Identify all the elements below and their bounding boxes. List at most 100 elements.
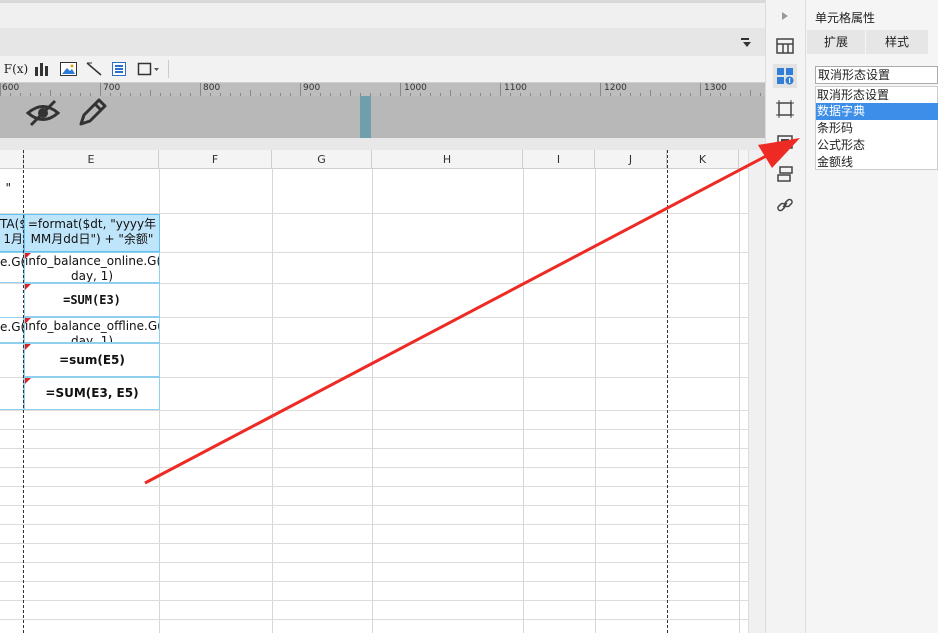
- tab-style[interactable]: 样式: [866, 30, 928, 54]
- slash-line-icon: [86, 62, 102, 76]
- grid-hline: [0, 619, 748, 620]
- slash-button[interactable]: [84, 60, 104, 78]
- collapse-arrow-icon[interactable]: [773, 4, 797, 28]
- cell-d3[interactable]: e.G(: [0, 252, 24, 283]
- ruler-label: 1200: [604, 83, 627, 93]
- cell-e4[interactable]: =SUM(E3): [24, 283, 160, 317]
- image-button[interactable]: [58, 60, 78, 78]
- ruler-label: 900: [303, 83, 321, 93]
- border-button[interactable]: [136, 60, 162, 78]
- option-amount-line[interactable]: 金额线: [816, 154, 938, 171]
- formula-marker: [25, 284, 31, 290]
- grid-hline: [0, 448, 748, 449]
- column-header-d[interactable]: [0, 150, 24, 169]
- border-icon: [137, 62, 159, 76]
- ruler-tick: [700, 83, 701, 96]
- pencil-icon[interactable]: [77, 96, 109, 131]
- vertical-scrollbar[interactable]: [748, 150, 765, 633]
- toolbar-separator: [168, 60, 169, 78]
- cell-d5[interactable]: e.G(: [0, 317, 24, 343]
- dropdown-menu-icon[interactable]: [741, 37, 753, 51]
- ruler-tick: [300, 83, 301, 96]
- separator-strip: [0, 138, 765, 150]
- page-break-line: [667, 150, 668, 633]
- grid-hline: [0, 581, 748, 582]
- cell-e7[interactable]: =SUM(E3, E5): [24, 377, 160, 410]
- cell-d1[interactable]: ": [0, 170, 23, 213]
- column-header-g[interactable]: G: [272, 150, 372, 169]
- cell-d6[interactable]: [0, 343, 24, 410]
- floating-element-area: [0, 96, 765, 138]
- horizontal-ruler: 600 700 800 900 1000 1100 1200 1300: [0, 83, 765, 96]
- formula-marker: [25, 344, 31, 350]
- cell-text: =format($dt, "yyyy年: [27, 217, 157, 231]
- grid-hline: [0, 600, 748, 601]
- cell-e5[interactable]: info_balance_offline.G( day, 1): [24, 317, 160, 343]
- float-marker[interactable]: [360, 96, 371, 138]
- cell-text: MM月dd日") + "余额": [30, 232, 154, 246]
- tab-expand[interactable]: 扩展: [807, 30, 865, 54]
- cell-d2[interactable]: TA($ 1月: [0, 214, 24, 252]
- ruler-label: 600: [2, 83, 20, 93]
- cell-text: =SUM(E3): [63, 293, 121, 307]
- grid-hline: [0, 543, 748, 544]
- formula-marker: [25, 318, 31, 324]
- grid-hline: [0, 505, 748, 506]
- form-type-select[interactable]: 取消形态设置: [815, 66, 938, 84]
- bar-chart-icon: [35, 63, 48, 76]
- column-header-h[interactable]: H: [372, 150, 523, 169]
- grid-hline: [0, 467, 748, 468]
- option-cancel-form[interactable]: 取消形态设置: [816, 87, 938, 104]
- grid-hline: [0, 486, 748, 487]
- hyperlink-icon[interactable]: [773, 193, 797, 217]
- column-header-j[interactable]: J: [595, 150, 667, 169]
- toolbar-row: [0, 28, 765, 56]
- cell-e2[interactable]: =format($dt, "yyyy年 MM月dd日") + "余额": [24, 214, 160, 252]
- cell-text: day, 1): [70, 334, 114, 343]
- cell-attribute-icon[interactable]: [773, 64, 797, 88]
- column-header-k[interactable]: K: [667, 150, 739, 169]
- option-formula-form[interactable]: 公式形态: [816, 137, 938, 154]
- ruler-tick: [600, 83, 601, 96]
- cell-e6[interactable]: =sum(E5): [24, 343, 160, 377]
- ruler-label: 800: [203, 83, 221, 93]
- property-icon-column: [765, 0, 805, 633]
- formula-marker: [25, 378, 31, 384]
- formula-button[interactable]: F(x): [3, 60, 29, 78]
- formula-icon: F(x): [3, 62, 29, 76]
- column-header-f[interactable]: F: [159, 150, 272, 169]
- formula-marker: [25, 253, 31, 259]
- ruler-label: 1300: [704, 83, 727, 93]
- cell-text: info_balance_online.G(: [25, 254, 160, 268]
- cell-text: day, 1): [70, 269, 114, 283]
- column-header-e[interactable]: E: [24, 150, 159, 169]
- eye-slash-icon[interactable]: [25, 98, 61, 131]
- grid-vline: [272, 169, 273, 633]
- ruler-tick: [0, 83, 1, 96]
- cell-text: e.G(: [0, 255, 24, 269]
- cell-text: TA($: [0, 217, 23, 231]
- ruler-label: 1000: [404, 83, 427, 93]
- ruler-label: 1100: [504, 83, 527, 93]
- option-data-dictionary[interactable]: 数据字典: [816, 103, 938, 120]
- grid-vline: [739, 169, 740, 633]
- cell-text: =sum(E5): [59, 353, 125, 367]
- grid-hline: [0, 429, 748, 430]
- option-barcode[interactable]: 条形码: [816, 120, 938, 137]
- grid-vline: [523, 169, 524, 633]
- cell-element-icon[interactable]: [773, 130, 797, 154]
- ruler-tick: [200, 83, 201, 96]
- grid-hline: [0, 562, 748, 563]
- ruler-tick: [100, 83, 101, 96]
- widget-icon[interactable]: [773, 162, 797, 186]
- page-break-line: [23, 150, 24, 633]
- panel-title: 单元格属性: [815, 11, 876, 25]
- ruler-label: 700: [103, 83, 121, 93]
- template-cell-icon[interactable]: [773, 34, 797, 58]
- sub-report-button[interactable]: [110, 60, 128, 78]
- cell-e3[interactable]: info_balance_online.G( day, 1): [24, 252, 160, 283]
- chart-button[interactable]: [33, 60, 51, 78]
- column-header-i[interactable]: I: [523, 150, 595, 169]
- ruler-tick: [400, 83, 401, 96]
- float-element-icon[interactable]: [773, 97, 797, 121]
